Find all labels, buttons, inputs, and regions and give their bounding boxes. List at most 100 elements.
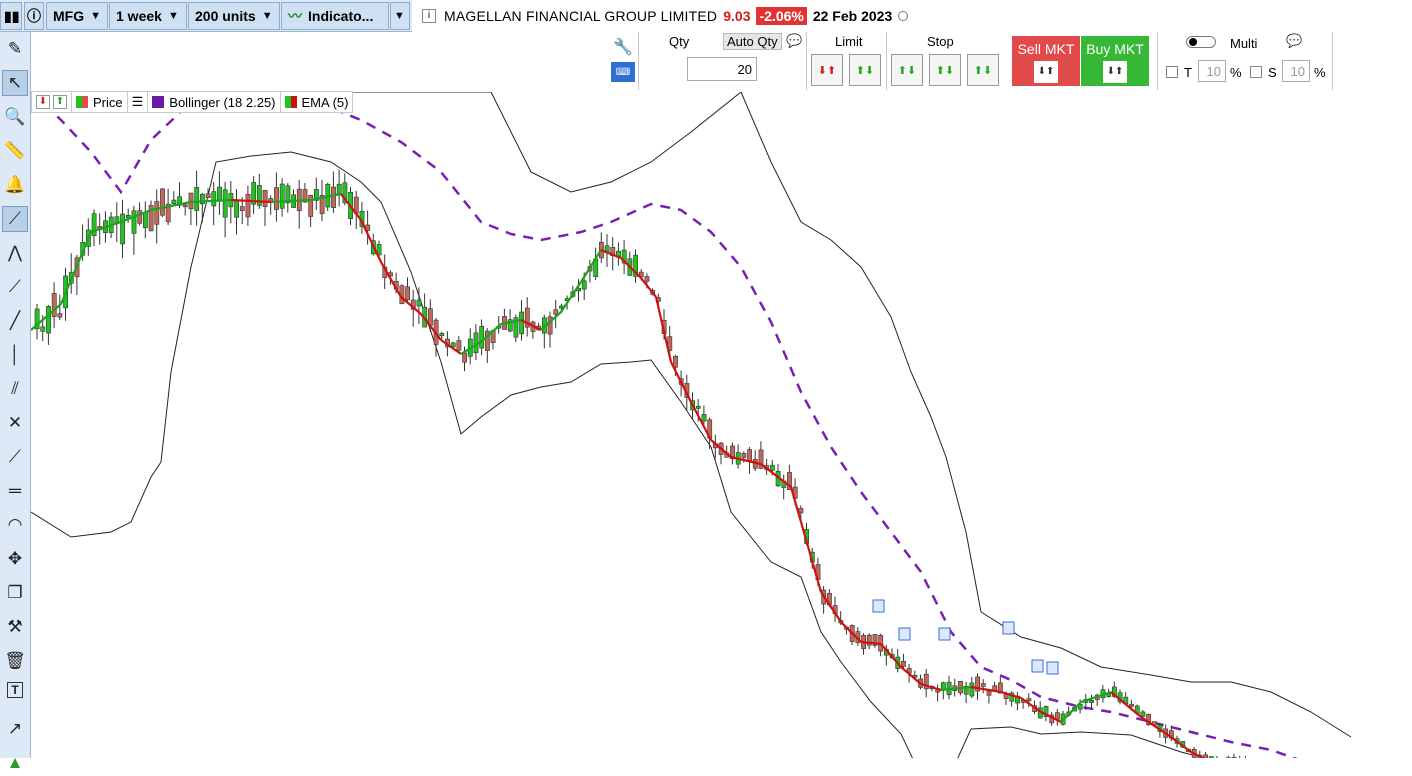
stop-button-2[interactable]: ⬆⬇ [929,54,961,86]
info-icon[interactable]: i [422,9,436,23]
multi-toggle[interactable] [1186,36,1216,48]
chat-bubble-icon[interactable]: 💬 [786,33,802,49]
candle-body [417,300,421,306]
take-profit-input[interactable] [1198,60,1226,82]
zoom-icon[interactable]: 🔍 [2,104,28,130]
candle-body [406,287,410,300]
candle-body [331,187,335,208]
legend-bollinger[interactable]: Bollinger (18 2.25) [148,92,280,112]
stop-order-icon: ⬆⬇ [898,64,916,77]
trend-tool-icon[interactable]: ⟋ [2,206,28,232]
legend-list[interactable]: ☰ [128,92,149,112]
cursor-icon[interactable]: ↖ [2,70,28,96]
horizontal-line-f-icon[interactable]: ═ [2,478,28,504]
candle-body [696,406,700,408]
arrow-icon[interactable]: ↗ [2,716,28,742]
arc-f-icon[interactable]: ◠ [2,512,28,538]
stop-loss-input[interactable] [1282,60,1310,82]
candle-body [1090,700,1094,702]
candle-body [274,188,278,210]
period-select[interactable]: 1 week▼ [109,2,187,30]
channel-icon[interactable]: ⋀ [2,240,28,266]
indicators-dropdown[interactable]: ▼ [390,2,410,30]
keyboard-icon[interactable]: ⌨ [611,62,635,82]
news-note-icon[interactable] [939,628,950,640]
stop-loss-unit: % [1314,65,1326,80]
sell-market-button[interactable]: Sell MKT ⬇⬆ [1012,36,1080,86]
move-icon[interactable]: ✥ [2,546,28,572]
chart-type-icon[interactable]: ▮▮ [0,2,22,30]
qty-label: Qty [669,34,689,49]
wrench-icon[interactable]: 🔧 [611,36,635,58]
alarm-icon[interactable]: 🔔 [2,172,28,198]
stop-button-3[interactable]: ⬆⬇ [967,54,999,86]
candles [35,169,1356,758]
stop-box: Stop ⬆⬇ ⬆⬇ ⬆⬇ [886,32,1006,90]
collapse-down-icon[interactable]: ⬇ [36,95,50,109]
take-profit-checkbox[interactable] [1166,66,1178,78]
news-note-icon[interactable] [1032,660,1043,672]
legend-ema[interactable]: EMA (5) [281,92,353,112]
multi-box: Multi 💬 T % S % [1157,32,1333,90]
drawing-toolbar: ✎↖🔍📏🔔⟋⋀⟋╱│⫽✕⟋═◠✥❐⚒🗑T↗▲ [0,32,31,758]
ruler-icon[interactable]: 📏 [2,138,28,164]
candle-body [246,194,250,217]
vertical-line-icon[interactable]: │ [2,342,28,368]
candle-body [770,465,774,470]
limit-sell-button[interactable]: ⬇⬆ [811,54,843,86]
fib-fan-icon[interactable]: ⫽ [2,376,28,402]
indicators-button[interactable]: 〰Indicato... [281,2,389,30]
chevron-down-icon: ▼ [90,10,101,22]
qty-input[interactable] [687,57,757,81]
buy-market-button[interactable]: Buy MKT⬇⬆ [1081,36,1149,86]
news-note-icon[interactable] [899,628,910,640]
candle-body [970,683,974,696]
parallel-icon[interactable]: ✕ [2,410,28,436]
limit-buy-button[interactable]: ⬆⬇ [849,54,881,86]
text-icon[interactable]: T [7,682,23,698]
stop-loss-checkbox[interactable] [1250,66,1262,78]
copy-icon[interactable]: ❐ [2,580,28,606]
auto-qty-button[interactable]: Auto Qty [723,33,782,50]
candle-body [212,192,216,206]
stop-loss-label: S [1268,65,1277,80]
multi-label: Multi [1230,36,1257,51]
candle-body [41,327,45,331]
buy-label: Buy MKT [1086,41,1144,57]
candle-body [645,277,649,282]
segment-icon[interactable]: ⟋ [2,274,28,300]
alert-bell-icon[interactable]: ⓘ [24,2,44,30]
tools-icon[interactable]: ⚒ [2,614,28,640]
take-profit-unit: % [1230,65,1242,80]
chat-bubble-icon[interactable]: 💬 [1286,33,1302,49]
sell-doc-icon: ⬇⬆ [1034,61,1058,83]
stop-label: Stop [927,34,954,49]
trash-icon[interactable]: 🗑 [2,648,28,674]
limit-order-icon: ⬆⬇ [856,64,874,77]
line-icon[interactable]: ╱ [2,308,28,334]
candle-body [172,200,176,204]
units-select[interactable]: 200 units▼ [188,2,280,30]
candle-body [463,353,467,362]
candle-body [702,414,706,421]
legend-ema-label: EMA (5) [302,95,349,110]
news-note-icon[interactable] [1047,662,1058,674]
ema-line-segment [381,262,401,297]
quote-bar: i MAGELLAN FINANCIAL GROUP LIMITED 9.03 … [412,0,1412,32]
news-note-icon[interactable] [873,600,884,612]
limit-box: Limit ⬇⬆ ⬆⬇ [806,32,886,90]
news-note-icon[interactable] [1003,622,1014,634]
candle-body [195,187,199,210]
legend-price[interactable]: Price [72,92,128,112]
price-chart[interactable] [31,92,1412,758]
symbol-select[interactable]: MFG▼ [46,2,108,30]
expand-up-icon[interactable]: ⬆ [53,95,67,109]
sell-label: Sell MKT [1018,41,1075,57]
regression-icon[interactable]: ⟋ [2,444,28,470]
triangle-icon[interactable]: ▲ [2,750,28,776]
stop-button-1[interactable]: ⬆⬇ [891,54,923,86]
limit-order-icon: ⬇⬆ [818,64,836,77]
quote-date: 22 Feb 2023 [813,8,892,24]
candle-body [138,211,142,224]
pencil-icon[interactable]: ✎ [2,36,28,62]
